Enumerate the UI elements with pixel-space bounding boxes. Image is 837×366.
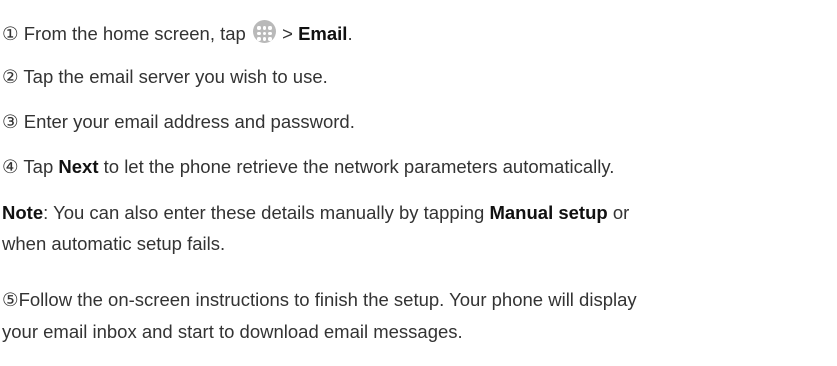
manual-setup-label: Manual setup (489, 202, 608, 223)
step-3-text: Enter your email address and password. (18, 111, 355, 132)
step-5-text: Follow the on-screen instructions to fin… (18, 289, 637, 310)
apps-icon (252, 20, 276, 43)
step-1-period: . (347, 23, 353, 44)
note-line-1: Note: You can also enter these details m… (2, 201, 629, 225)
note-label: Note (2, 202, 44, 223)
step-1-text: From the home screen, tap (18, 23, 251, 44)
step-3: ③ Enter your email address and password. (2, 110, 355, 134)
step-5-line-1: ⑤Follow the on-screen instructions to fi… (2, 288, 637, 312)
email-app-label: Email (298, 23, 348, 44)
step-1-marker: ① (2, 23, 19, 44)
step-2-marker: ② (2, 66, 19, 87)
note-line-2: when automatic setup fails. (2, 232, 225, 256)
step-4: ④ Tap Next to let the phone retrieve the… (2, 155, 614, 179)
step-5-marker: ⑤ (2, 289, 19, 310)
next-button-label: Next (58, 156, 99, 177)
step-3-marker: ③ (2, 111, 19, 132)
step-2-text: Tap the email server you wish to use. (18, 66, 328, 87)
note-text: : You can also enter these details manua… (43, 202, 490, 223)
note-text-line-2: when automatic setup fails. (2, 233, 226, 254)
step-4-text: Tap (18, 156, 59, 177)
step-2: ② Tap the email server you wish to use. (2, 65, 328, 89)
step-5-text-line-2: your email inbox and start to download e… (2, 321, 463, 342)
step-1-separator: > (276, 23, 299, 44)
step-4-text-rest: to let the phone retrieve the network pa… (98, 156, 615, 177)
step-4-marker: ④ (2, 156, 19, 177)
step-5-line-2: your email inbox and start to download e… (2, 320, 463, 344)
step-1: ① From the home screen, tap > Email. (2, 20, 353, 46)
note-text-rest: or (607, 202, 630, 223)
